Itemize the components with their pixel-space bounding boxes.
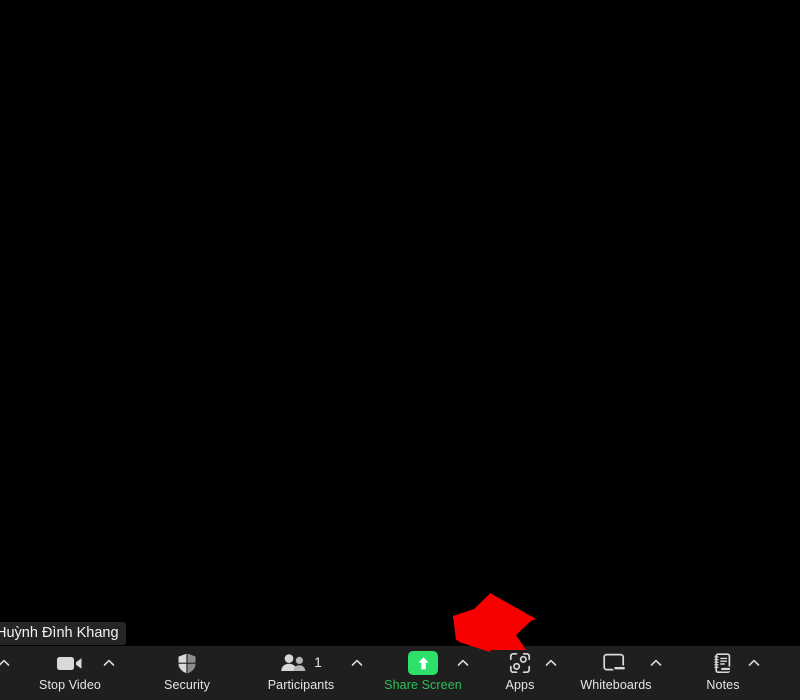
toolbar-item-apps[interactable]: Apps (494, 646, 546, 700)
toolbar-label-whiteboards: Whiteboards (580, 678, 652, 692)
toolbar-item-security[interactable]: Security (150, 646, 224, 700)
toolbar-item-participants[interactable]: 1 Participants (255, 646, 347, 700)
participant-name-label: Huỳnh Đình Khang (0, 622, 126, 645)
apps-icon (509, 651, 531, 675)
chevron-up-icon-notes[interactable] (748, 658, 760, 668)
zoom-meeting-window: Huỳnh Đình Khang Stop Video Security 1 P… (0, 0, 800, 700)
notes-icon (712, 651, 734, 675)
chevron-up-icon-video[interactable] (103, 658, 115, 668)
shield-icon (176, 651, 198, 675)
chevron-up-icon-share-screen[interactable] (457, 658, 469, 668)
toolbar-item-whiteboards[interactable]: Whiteboards (569, 646, 663, 700)
toolbar-label-security: Security (164, 678, 210, 692)
share-screen-arrow-icon (408, 651, 438, 675)
participants-count: 1 (314, 655, 322, 671)
chevron-up-icon-mute[interactable] (0, 658, 10, 668)
toolbar-label-notes: Notes (706, 678, 740, 692)
meeting-toolbar: Stop Video Security 1 Participants Share… (0, 646, 800, 700)
chevron-up-icon-participants[interactable] (351, 658, 363, 668)
video-camera-icon (56, 651, 84, 675)
chevron-up-icon-whiteboards[interactable] (650, 658, 662, 668)
chevron-up-icon-apps[interactable] (545, 658, 557, 668)
video-stage (0, 0, 800, 646)
toolbar-item-stop-video[interactable]: Stop Video (26, 646, 114, 700)
toolbar-label-stop-video: Stop Video (39, 678, 101, 692)
whiteboard-icon (602, 651, 630, 675)
toolbar-item-share-screen[interactable]: Share Screen (373, 646, 473, 700)
toolbar-label-share-screen: Share Screen (384, 678, 462, 692)
toolbar-label-apps: Apps (505, 678, 535, 692)
participants-icon: 1 (280, 651, 322, 675)
toolbar-label-participants: Participants (267, 678, 335, 692)
toolbar-item-notes[interactable]: Notes (698, 646, 748, 700)
